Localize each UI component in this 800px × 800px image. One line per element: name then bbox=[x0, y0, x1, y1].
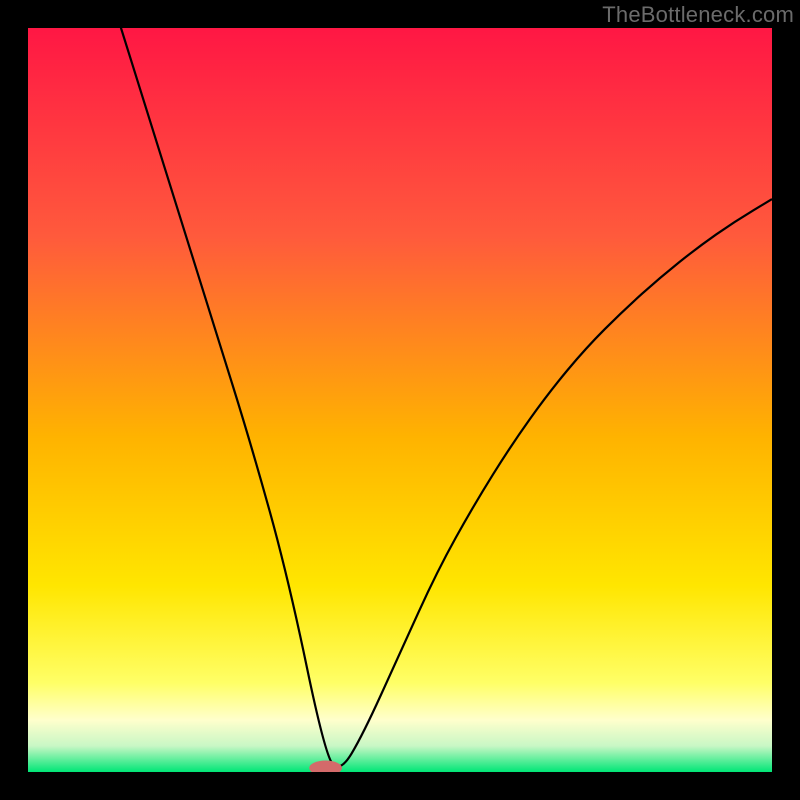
watermark-text: TheBottleneck.com bbox=[602, 2, 794, 28]
plot-area bbox=[28, 28, 772, 772]
gradient-background bbox=[28, 28, 772, 772]
chart-frame: TheBottleneck.com bbox=[0, 0, 800, 800]
chart-svg bbox=[28, 28, 772, 772]
